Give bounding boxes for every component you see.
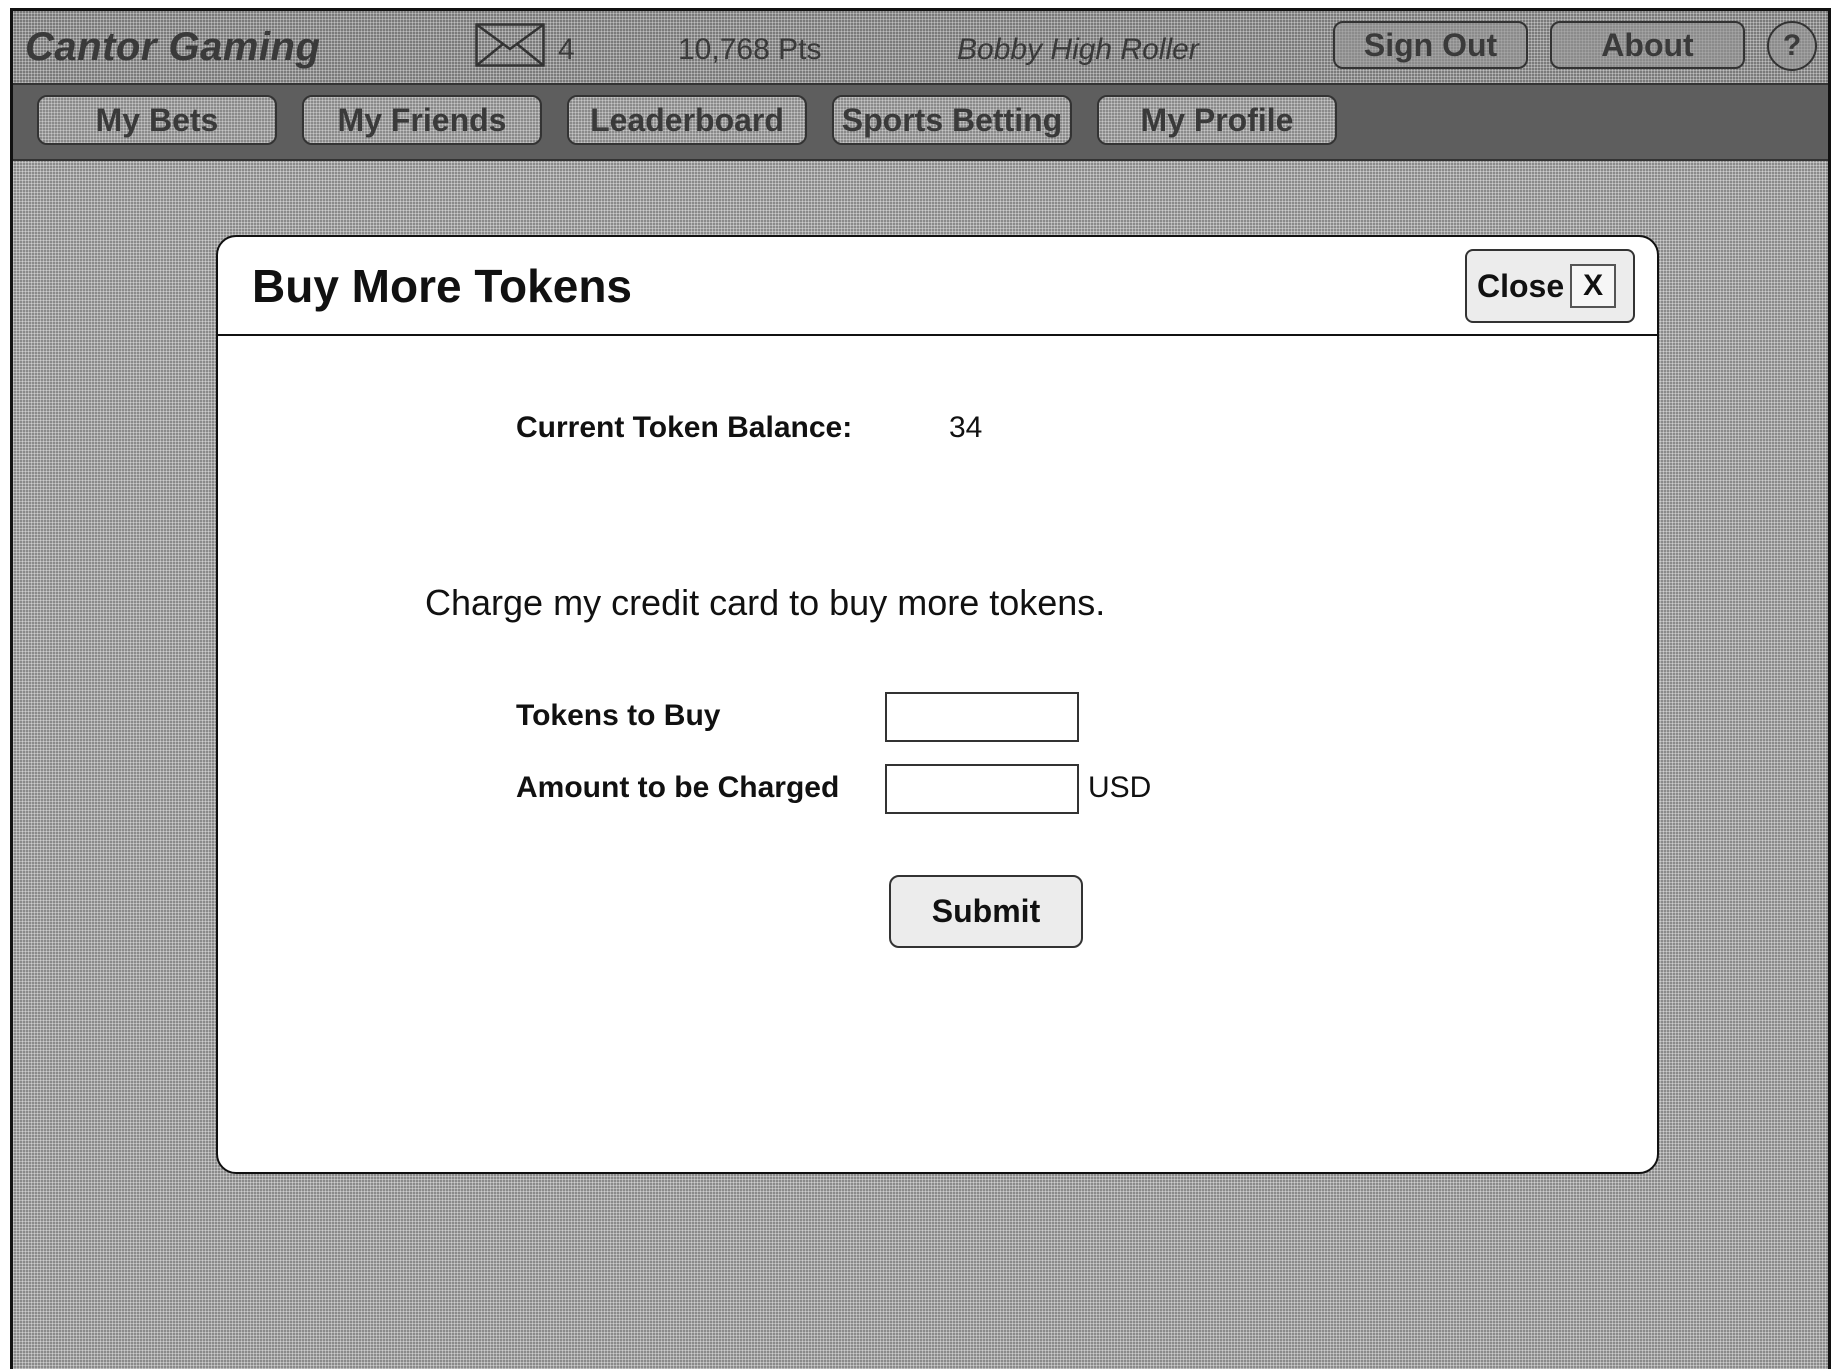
amount-input[interactable] [885,764,1079,814]
tab-sports-betting[interactable]: Sports Betting [832,95,1072,145]
tokens-label: Tokens to Buy [516,699,721,732]
envelope-icon[interactable] [475,23,545,67]
submit-button[interactable]: Submit [889,875,1083,948]
close-button[interactable]: Close X [1465,249,1635,323]
tab-leaderboard[interactable]: Leaderboard [567,95,807,145]
dialog-title: Buy More Tokens [252,260,632,312]
help-icon[interactable]: ? [1767,21,1817,71]
tab-my-profile[interactable]: My Profile [1097,95,1337,145]
nav-bar: My Bets My Friends Leaderboard Sports Be… [13,85,1828,161]
top-bar: Cantor Gaming 4 10,768 Pts Bobby High Ro… [13,11,1828,85]
balance-label: Current Token Balance: [516,411,853,444]
message-count: 4 [558,33,575,66]
tab-my-friends[interactable]: My Friends [302,95,542,145]
username: Bobby High Roller [957,33,1199,66]
about-button[interactable]: About [1550,21,1745,69]
tab-my-bets[interactable]: My Bets [37,95,277,145]
close-icon[interactable]: X [1570,264,1617,308]
currency-label: USD [1088,771,1152,804]
brand-logo: Cantor Gaming [25,25,321,69]
dialog-header: Buy More Tokens Close X [218,237,1657,336]
charge-description: Charge my credit card to buy more tokens… [425,582,1106,623]
amount-label: Amount to be Charged [516,771,840,804]
buy-tokens-dialog: Buy More Tokens Close X Current Token Ba… [216,235,1659,1174]
close-label: Close [1477,267,1565,304]
tokens-input[interactable] [885,692,1079,742]
balance-value: 34 [949,411,983,444]
app-frame: Cantor Gaming 4 10,768 Pts Bobby High Ro… [10,8,1831,1369]
points-balance: 10,768 Pts [678,33,822,66]
sign-out-button[interactable]: Sign Out [1333,21,1528,69]
